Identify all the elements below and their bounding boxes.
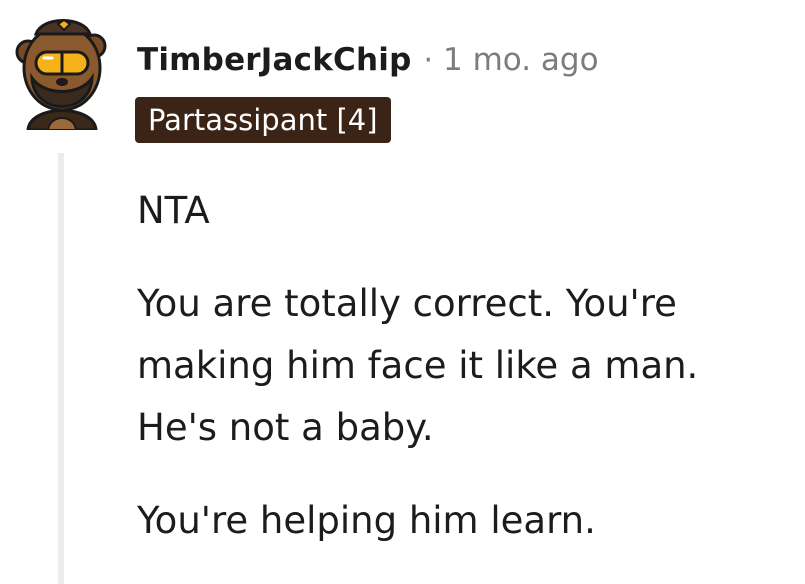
comment-paragraph: You're helping him learn.	[137, 499, 596, 542]
comment: TimberJackChip · 1 mo. ago Partassipant …	[0, 0, 805, 584]
comment-header: TimberJackChip · 1 mo. ago	[137, 38, 599, 82]
thread-collapse-line[interactable]	[58, 153, 64, 584]
username-link[interactable]: TimberJackChip	[137, 42, 411, 78]
user-avatar-icon[interactable]	[14, 12, 110, 130]
meta-separator: ·	[423, 42, 434, 78]
comment-paragraph: NTA	[137, 189, 210, 232]
user-flair-badge: Partassipant [4]	[135, 97, 391, 143]
comment-paragraph: You are totally correct. You're making h…	[137, 282, 699, 449]
comment-body: NTA You are totally correct. You're maki…	[137, 180, 787, 583]
comment-timestamp[interactable]: 1 mo. ago	[443, 42, 599, 78]
